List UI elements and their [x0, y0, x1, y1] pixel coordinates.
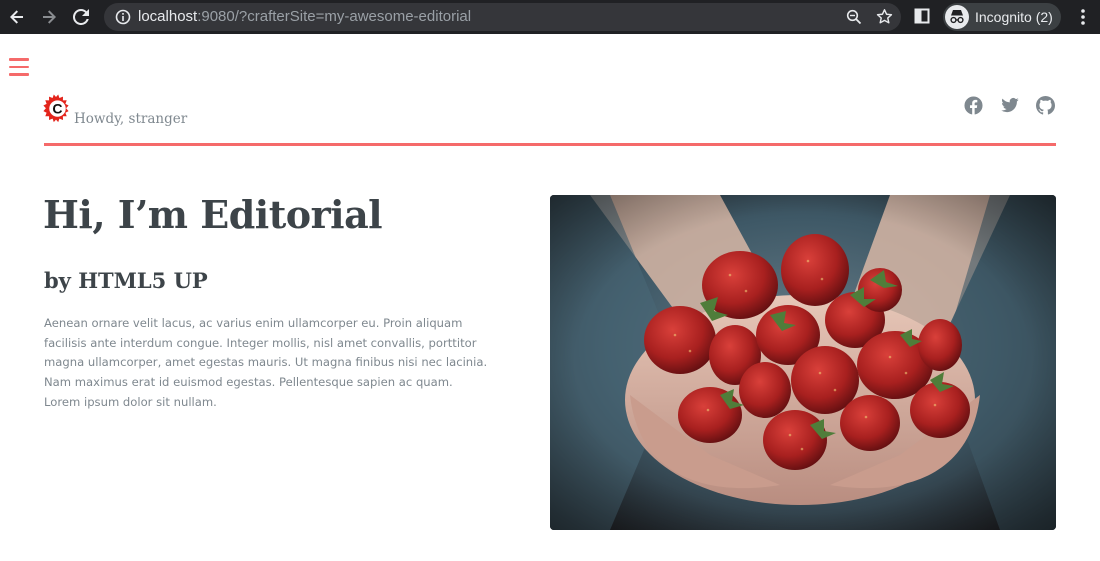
url-host: localhost [138, 8, 198, 25]
hero-body-text: Aenean ornare velit lacus, ac varius eni… [44, 316, 488, 409]
github-icon[interactable] [1036, 96, 1055, 115]
menu-line [9, 73, 29, 76]
greeting-text: Howdy, stranger [74, 111, 188, 127]
menu-line [9, 65, 29, 68]
url-path: :9080/?crafterSite=my-awesome-editorial [197, 8, 472, 25]
logo-letter: C [52, 101, 62, 117]
site-info-icon[interactable] [115, 9, 131, 29]
menu-line [9, 58, 29, 61]
url-text[interactable]: localhost:9080/?crafterSite=my-awesome-e… [138, 8, 471, 25]
profile-label: Incognito (2) [975, 9, 1053, 25]
menu-toggle-icon[interactable] [9, 58, 29, 76]
browser-toolbar: localhost:9080/?crafterSite=my-awesome-e… [0, 0, 1100, 34]
hero-subtitle: by HTML5 UP [44, 268, 208, 293]
hero-image-strawberries [550, 195, 1056, 530]
address-bar[interactable]: localhost:9080/?crafterSite=my-awesome-e… [104, 3, 901, 31]
site-logo[interactable]: C [43, 94, 69, 129]
back-arrow-icon[interactable] [6, 6, 28, 28]
facebook-icon[interactable] [964, 96, 983, 115]
forward-arrow-icon[interactable] [38, 6, 60, 28]
header-divider [44, 143, 1056, 146]
reload-icon[interactable] [70, 6, 92, 28]
star-icon[interactable] [876, 8, 893, 29]
zoom-icon[interactable] [846, 9, 862, 29]
twitter-icon[interactable] [1000, 96, 1019, 115]
more-menu-icon[interactable] [1075, 7, 1091, 31]
hero-title: Hi, I’m Editorial [43, 192, 383, 237]
incognito-icon [945, 5, 969, 29]
side-panel-icon[interactable] [914, 8, 930, 28]
profile-button[interactable]: Incognito (2) [943, 3, 1061, 31]
